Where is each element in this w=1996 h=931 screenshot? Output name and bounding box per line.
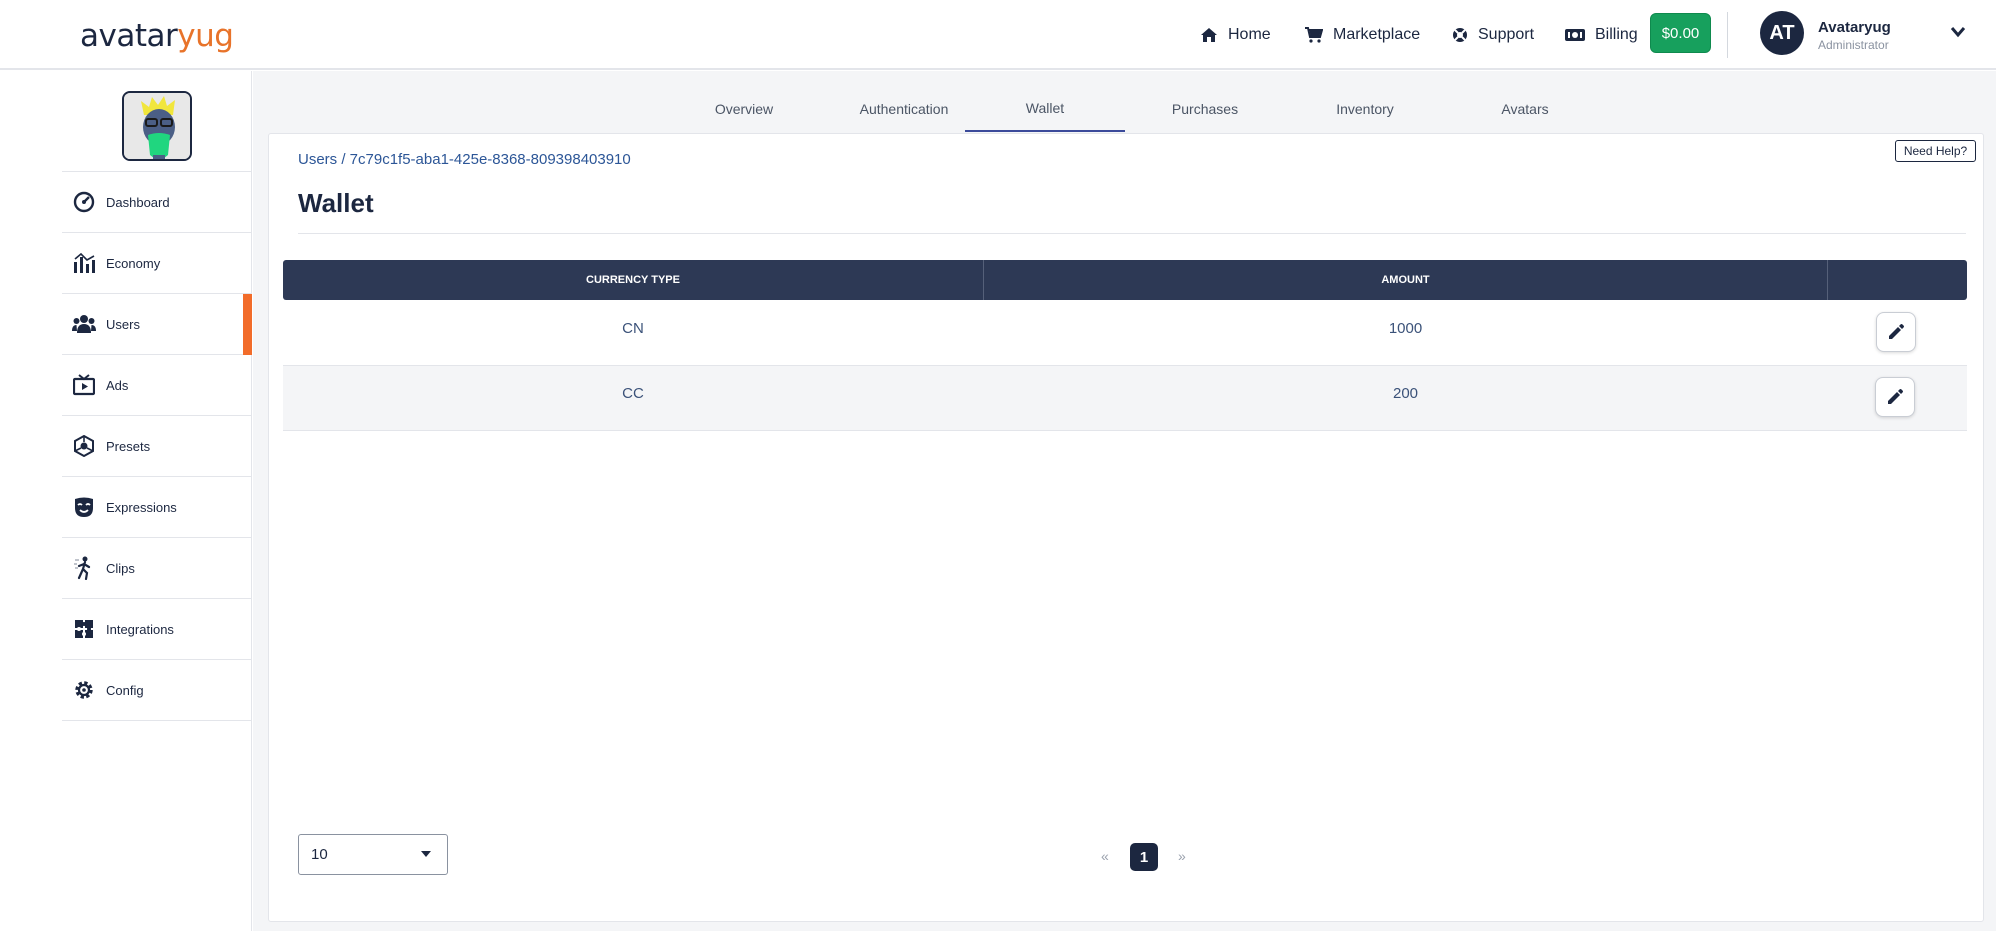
sidebar-item-label: Ads xyxy=(106,377,129,393)
balance-amount: $0.00 xyxy=(1661,24,1700,42)
wallet-card xyxy=(268,133,1984,922)
table-row: CC 200 xyxy=(283,366,1967,431)
column-header-amount[interactable]: AMOUNT xyxy=(984,260,1827,300)
logo-text-dark: avatar xyxy=(80,18,178,54)
sidebar-item-label: Dashboard xyxy=(106,194,170,210)
home-icon xyxy=(1201,28,1217,42)
top-bar: avataryug Home Marketplace Support Billi… xyxy=(0,0,1996,70)
sidebar-item-economy[interactable]: Economy xyxy=(62,233,252,294)
nav-home[interactable]: Home xyxy=(1200,0,1271,70)
column-header-label: AMOUNT xyxy=(1381,274,1430,286)
sidebar-item-label: Economy xyxy=(106,255,161,271)
life-ring-icon xyxy=(1453,28,1467,42)
nav-support[interactable]: Support xyxy=(1452,0,1534,70)
header-divider xyxy=(1727,12,1728,58)
nav-billing-label: Billing xyxy=(1595,26,1638,43)
user-detail-tabs: Overview Authentication Wallet Purchases… xyxy=(253,86,1996,132)
column-header-actions xyxy=(1828,260,1967,300)
sidebar-item-users[interactable]: Users xyxy=(62,294,252,355)
expressions-mask-icon xyxy=(72,495,96,519)
sidebar-avatar-image[interactable] xyxy=(122,91,192,161)
tab-avatars[interactable]: Avatars xyxy=(1445,86,1605,132)
caret-down-icon xyxy=(421,851,431,857)
config-gear-icon xyxy=(72,678,96,702)
pencil-icon xyxy=(1888,389,1903,404)
sidebar-item-dashboard[interactable]: Dashboard xyxy=(62,172,252,233)
sidebar-item-integrations[interactable]: Integrations xyxy=(62,599,252,660)
user-initials: AT xyxy=(1769,21,1795,44)
need-help-label: Need Help? xyxy=(1903,144,1968,158)
wallet-balance-button[interactable]: $0.00 xyxy=(1650,13,1711,53)
tab-authentication[interactable]: Authentication xyxy=(824,86,984,132)
sidebar-item-label: Expressions xyxy=(106,499,177,515)
tab-label: Overview xyxy=(714,101,774,117)
cell-currency-type: CN xyxy=(622,320,644,337)
sidebar-item-presets[interactable]: Presets xyxy=(62,416,252,477)
sidebar-item-label: Clips xyxy=(106,560,135,576)
user-avatar[interactable]: AT xyxy=(1760,11,1804,55)
integrations-puzzle-icon xyxy=(72,617,96,641)
avatar-portrait-icon xyxy=(124,93,190,159)
cell-amount: 1000 xyxy=(1388,320,1423,337)
sidebar-item-label: Users xyxy=(106,316,140,332)
user-name: Avataryug xyxy=(1818,19,1891,36)
tab-label: Avatars xyxy=(1501,101,1549,117)
nav-home-label: Home xyxy=(1228,26,1271,43)
users-icon xyxy=(72,312,96,336)
edit-button[interactable] xyxy=(1876,312,1916,352)
sidebar-item-expressions[interactable]: Expressions xyxy=(62,477,252,538)
tab-label: Inventory xyxy=(1336,101,1394,117)
cell-currency-type: CC xyxy=(622,385,644,402)
pagination-prev[interactable]: « xyxy=(1101,848,1109,864)
presets-icon xyxy=(72,434,96,458)
nav-billing[interactable]: Billing xyxy=(1565,0,1638,70)
ads-icon xyxy=(72,373,96,397)
edit-button[interactable] xyxy=(1875,377,1915,417)
sidebar: Dashboard Economy Users Ads Presets Expr… xyxy=(62,71,252,931)
money-bill-icon xyxy=(1565,29,1585,41)
tab-purchases[interactable]: Purchases xyxy=(1125,86,1285,132)
pagination-current-page[interactable]: 1 xyxy=(1130,843,1158,871)
tab-inventory[interactable]: Inventory xyxy=(1285,86,1445,132)
tab-label: Authentication xyxy=(859,101,949,117)
cell-amount: 200 xyxy=(1392,385,1419,402)
title-divider xyxy=(298,233,1966,234)
nav-marketplace-label: Marketplace xyxy=(1333,26,1421,43)
economy-chart-icon xyxy=(72,251,96,275)
tab-label: Wallet xyxy=(1025,100,1065,116)
sidebar-item-label: Config xyxy=(106,682,144,698)
clips-figure-icon xyxy=(72,556,96,580)
tab-label: Purchases xyxy=(1171,101,1239,117)
pencil-icon xyxy=(1889,324,1904,339)
sidebar-item-config[interactable]: Config xyxy=(62,660,252,721)
page-size-value: 10 xyxy=(311,846,328,863)
logo[interactable]: avataryug xyxy=(80,18,234,54)
sidebar-item-ads[interactable]: Ads xyxy=(62,355,252,416)
need-help-button[interactable]: Need Help? xyxy=(1895,140,1976,162)
breadcrumb[interactable]: Users / 7c79c1f5-aba1-425e-8368-80939840… xyxy=(298,151,631,168)
tab-overview[interactable]: Overview xyxy=(664,86,824,132)
sidebar-item-clips[interactable]: Clips xyxy=(62,538,252,599)
user-role: Administrator xyxy=(1818,38,1889,52)
dashboard-gauge-icon xyxy=(72,190,96,214)
table-header: CURRENCY TYPE AMOUNT xyxy=(283,260,1967,300)
sidebar-item-label: Integrations xyxy=(106,621,174,637)
page-size-select[interactable]: 10 xyxy=(298,834,448,875)
cart-icon xyxy=(1305,27,1323,43)
chevron-down-icon[interactable] xyxy=(1950,26,1966,38)
page-title: Wallet xyxy=(298,188,374,218)
logo-text-orange: yug xyxy=(177,18,234,54)
table-row: CN 1000 xyxy=(283,301,1967,366)
sidebar-item-label: Presets xyxy=(106,438,151,454)
column-header-currency-type[interactable]: CURRENCY TYPE xyxy=(283,260,983,300)
nav-support-label: Support xyxy=(1478,26,1535,43)
nav-marketplace[interactable]: Marketplace xyxy=(1305,0,1420,70)
pagination-next[interactable]: » xyxy=(1178,848,1186,864)
tab-wallet[interactable]: Wallet xyxy=(965,86,1125,132)
column-header-label: CURRENCY TYPE xyxy=(586,274,680,286)
